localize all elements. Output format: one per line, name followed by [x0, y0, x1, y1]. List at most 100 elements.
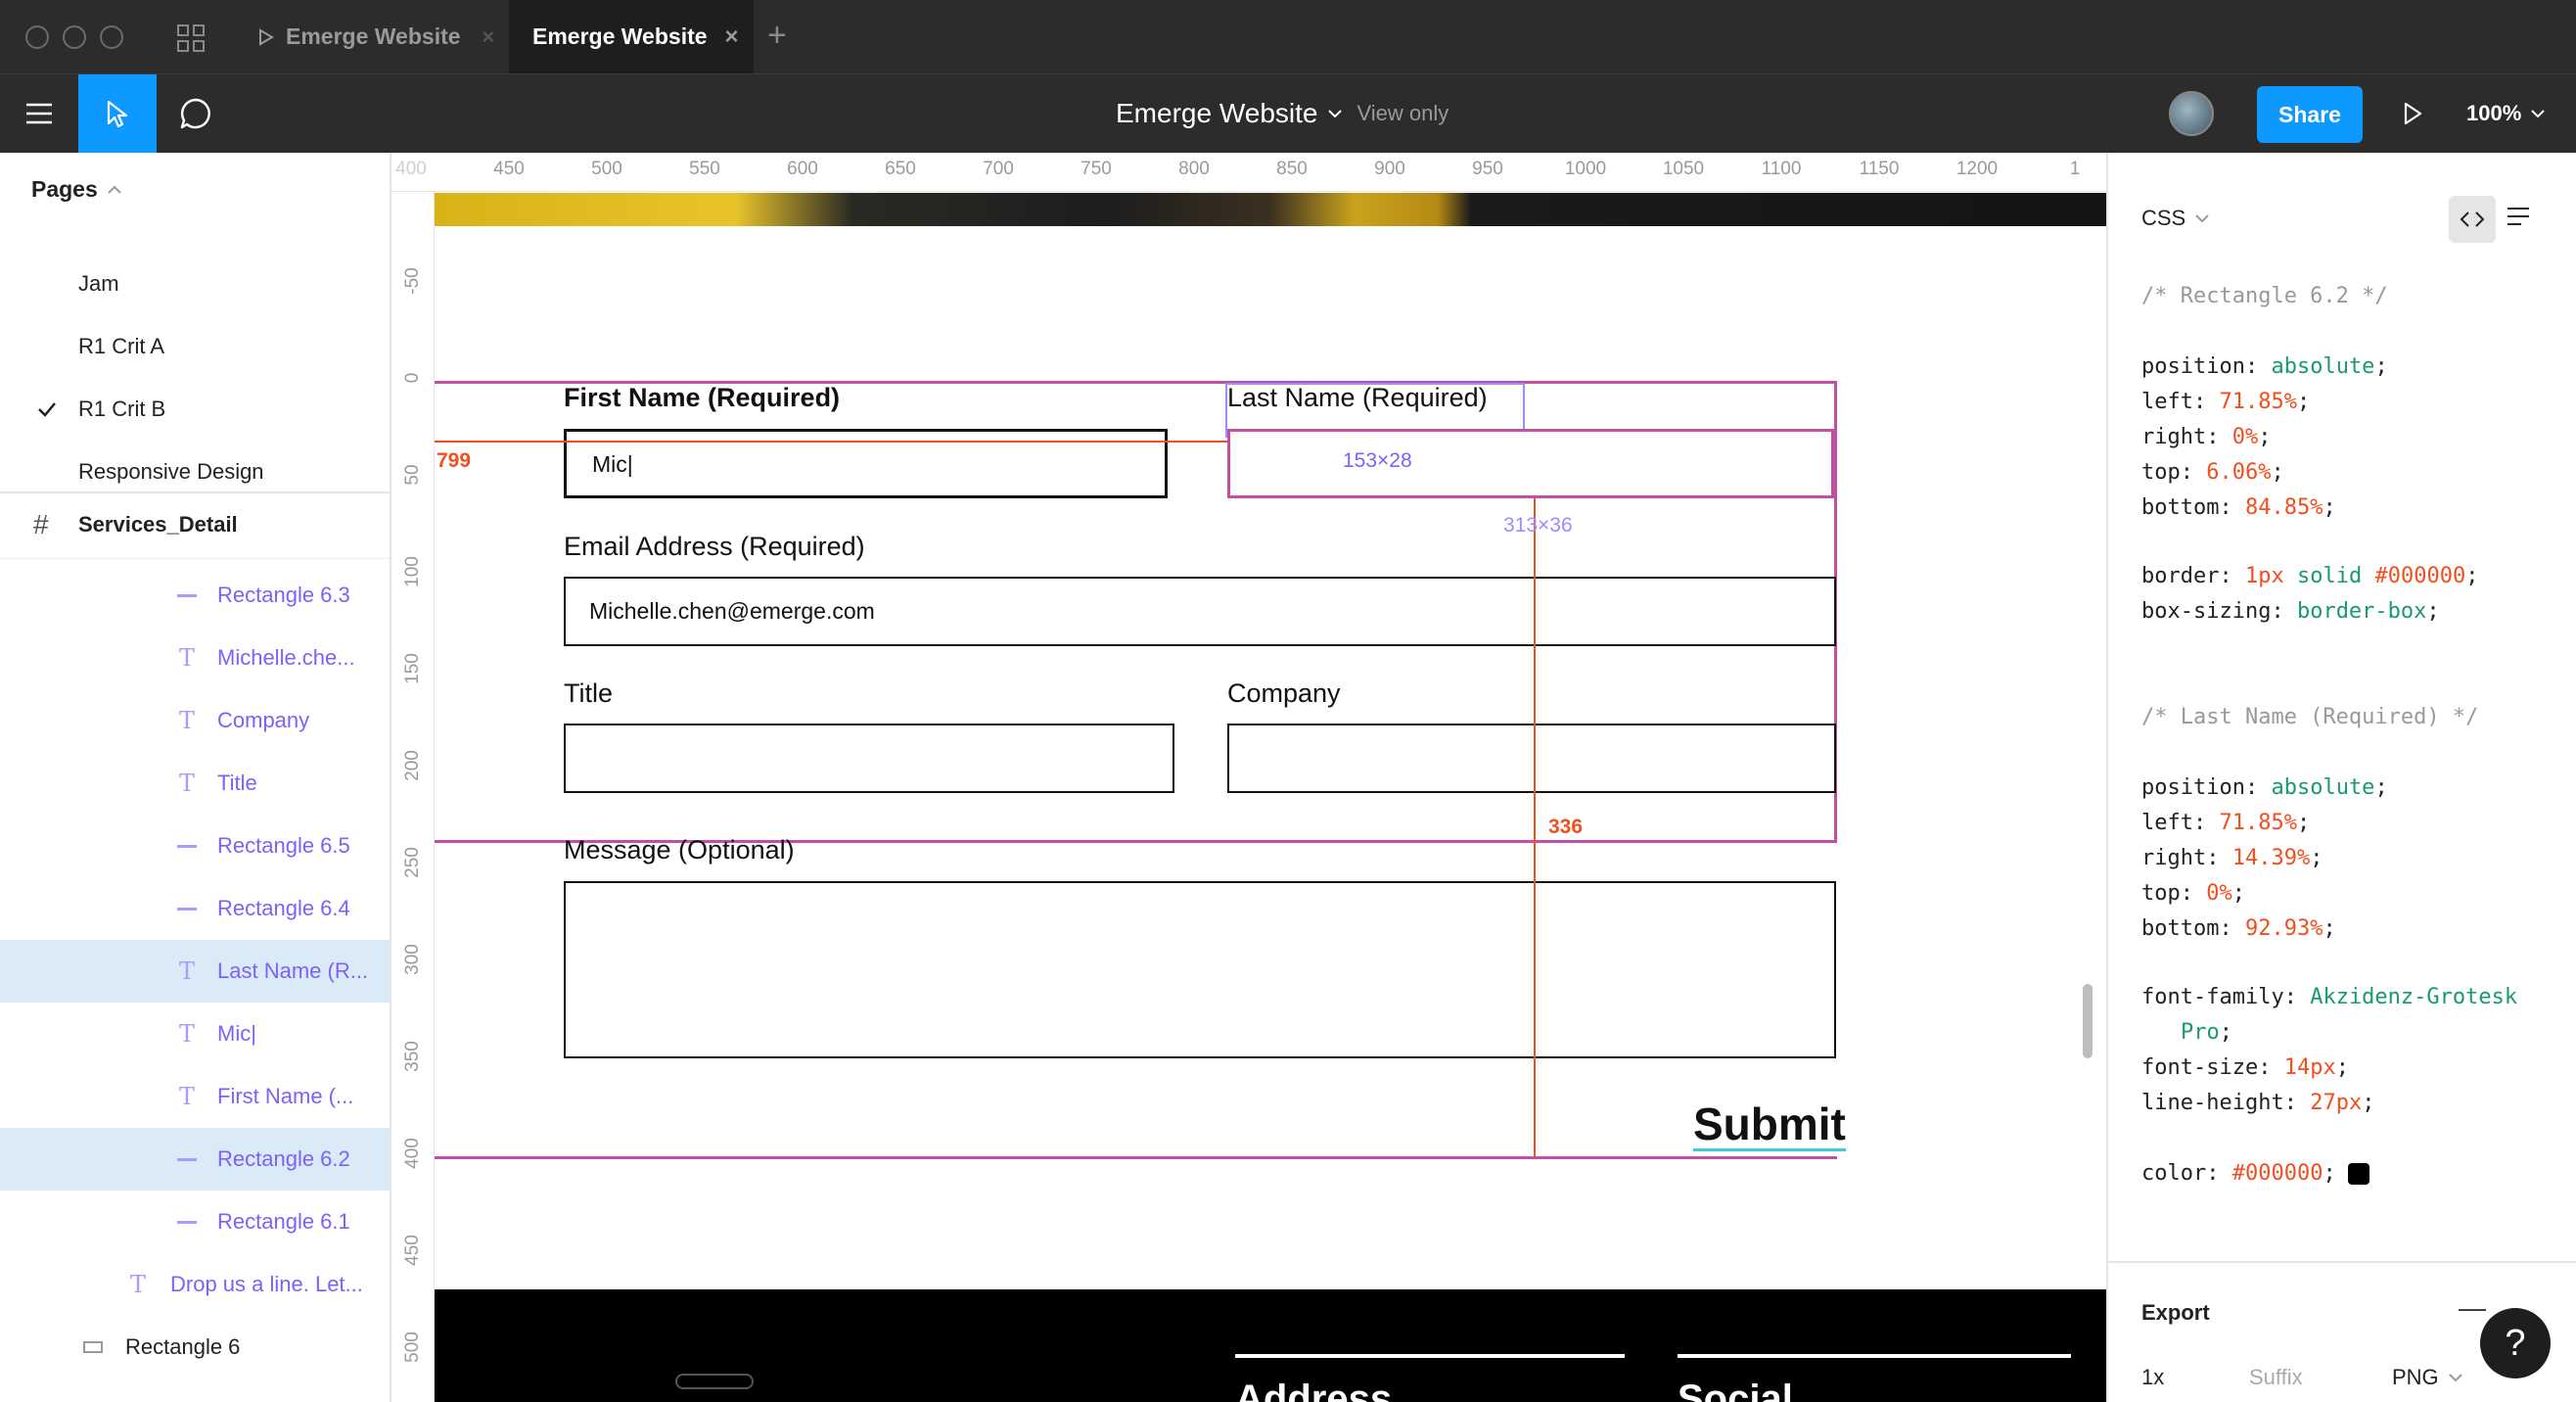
- layer-title[interactable]: T Title: [0, 752, 390, 815]
- code-line: bottom: 92.93%;: [2141, 916, 2336, 941]
- color-swatch: [2347, 1162, 2369, 1185]
- code-view-icon[interactable]: [2449, 196, 2496, 243]
- frame-services-detail[interactable]: # Services_Detail: [0, 493, 390, 556]
- layer-label: Michelle.che...: [217, 645, 355, 670]
- layer-rectangle-6-1[interactable]: Rectangle 6.1: [0, 1191, 390, 1253]
- page-item-r1-crit-a[interactable]: R1 Crit A: [0, 315, 390, 378]
- minimize-window-button[interactable]: [63, 25, 86, 49]
- file-title[interactable]: Emerge Website View only: [1116, 74, 1449, 153]
- line-layer-icon: [174, 831, 200, 861]
- present-play-icon[interactable]: [2388, 74, 2437, 153]
- first-name-input[interactable]: Mic|: [564, 429, 1168, 498]
- text-layer-icon: T: [178, 707, 195, 734]
- layer-last-name[interactable]: T Last Name (R...: [0, 940, 390, 1003]
- maximize-window-button[interactable]: [100, 25, 123, 49]
- horizontal-ruler: 400 450 500 550 600 650 700 750 800 850 900 950 1000…: [391, 153, 2106, 192]
- layer-rectangle-6-2[interactable]: Rectangle 6.2: [0, 1128, 390, 1191]
- page-label: Jam: [78, 271, 119, 296]
- dimension-label-text: 153×28: [1343, 449, 1412, 472]
- layer-first-name[interactable]: T First Name (...: [0, 1065, 390, 1128]
- text-layer-icon: T: [178, 958, 195, 985]
- close-window-button[interactable]: [25, 25, 49, 49]
- page-item-r1-crit-b[interactable]: R1 Crit B: [0, 378, 390, 441]
- ruler-tick-label: 400: [395, 159, 427, 179]
- export-scale[interactable]: 1x: [2141, 1365, 2164, 1390]
- file-browser-icon[interactable]: [176, 23, 206, 53]
- layer-label: Rectangle 6.5: [217, 833, 350, 858]
- help-button[interactable]: ?: [2480, 1308, 2551, 1379]
- close-tab-icon[interactable]: ×: [483, 24, 495, 50]
- line-layer-icon: [174, 1145, 200, 1174]
- email-input[interactable]: Michelle.chen@emerge.com: [564, 577, 1836, 646]
- line-layer-icon: [174, 1207, 200, 1237]
- layer-label: First Name (...: [217, 1084, 354, 1108]
- layer-label: Rectangle 6.3: [217, 583, 350, 607]
- layer-label: Title: [217, 771, 257, 795]
- pages-header[interactable]: Pages: [31, 176, 121, 203]
- last-name-input[interactable]: [1227, 429, 1834, 498]
- export-suffix-input[interactable]: Suffix: [2249, 1365, 2303, 1390]
- zoom-dropdown[interactable]: 100%: [2466, 74, 2545, 153]
- title-input[interactable]: [564, 724, 1174, 793]
- ruler-tick-label: 450: [493, 159, 525, 179]
- message-textarea[interactable]: [564, 881, 1836, 1058]
- close-tab-icon[interactable]: ×: [725, 23, 739, 51]
- main-menu-icon[interactable]: [0, 74, 78, 153]
- layer-drop-us-a-line[interactable]: T Drop us a line. Let...: [0, 1253, 390, 1316]
- ruler-tick-label: 800: [1178, 159, 1210, 179]
- code-language-dropdown[interactable]: CSS: [2141, 206, 2209, 231]
- rectangle-layer-icon: [80, 1332, 106, 1362]
- layer-michelle-text[interactable]: T Michelle.che...: [0, 627, 390, 689]
- company-label: Company: [1227, 678, 1341, 708]
- layer-company[interactable]: T Company: [0, 689, 390, 752]
- code-language-label: CSS: [2141, 206, 2186, 230]
- code-line-color: color: #000000;: [2141, 1161, 2369, 1186]
- footer-social-heading: Social: [1678, 1378, 1793, 1402]
- layer-rectangle-6[interactable]: Rectangle 6: [0, 1316, 390, 1379]
- ruler-tick-label: 500: [402, 1332, 423, 1363]
- ruler-tick-label: 600: [787, 159, 818, 179]
- footer-social-rule: [1678, 1354, 2071, 1358]
- frame-label: Services_Detail: [78, 512, 238, 537]
- submit-button[interactable]: Submit: [1693, 1099, 1846, 1151]
- move-tool-icon[interactable]: [78, 74, 157, 153]
- code-line: position: absolute;: [2141, 775, 2388, 800]
- code-line: left: 71.85%;: [2141, 811, 2311, 835]
- layer-rectangle-6-5[interactable]: Rectangle 6.5: [0, 815, 390, 877]
- comment-tool-icon[interactable]: [157, 74, 235, 153]
- canvas-scrollbar[interactable]: [2083, 984, 2093, 1058]
- tab-emerge-website-prototype[interactable]: Emerge Website ×: [235, 0, 504, 73]
- footer-address-heading: Address: [1235, 1378, 1393, 1402]
- ruler-tick-label: 500: [591, 159, 622, 179]
- inspect-panel: CSS /* Rectangle 6.2 */ position: absolu…: [2106, 153, 2576, 1402]
- code-comment-rectangle: /* Rectangle 6.2 */: [2141, 284, 2388, 308]
- text-layer-icon: T: [178, 1083, 195, 1110]
- layer-mic-text[interactable]: T Mic|: [0, 1003, 390, 1065]
- layer-rectangle-6-4[interactable]: Rectangle 6.4: [0, 877, 390, 940]
- tab-label: Emerge Website: [286, 23, 461, 49]
- code-line: top: 0%;: [2141, 881, 2245, 906]
- design-canvas[interactable]: First Name (Required) Mic| Last Name (Re…: [435, 193, 2106, 1402]
- layer-label: Company: [217, 708, 310, 732]
- ruler-tick-label: 100: [402, 556, 423, 587]
- tab-emerge-website[interactable]: Emerge Website ×: [509, 0, 754, 73]
- ruler-tick-label: 1050: [1662, 159, 1705, 179]
- export-format-dropdown[interactable]: PNG: [2392, 1365, 2462, 1390]
- code-line: top: 6.06%;: [2141, 460, 2284, 485]
- ruler-tick-label: 650: [885, 159, 916, 179]
- frame-icon: #: [33, 509, 49, 539]
- layer-rectangle-6-3[interactable]: Rectangle 6.3: [0, 564, 390, 627]
- page-item-jam[interactable]: Jam: [0, 253, 390, 315]
- list-view-icon[interactable]: [2506, 206, 2535, 235]
- new-tab-icon[interactable]: +: [767, 18, 787, 53]
- company-input[interactable]: [1227, 724, 1836, 793]
- text-layer-icon: T: [178, 644, 195, 672]
- code-line: right: 14.39%;: [2141, 846, 2323, 870]
- remove-export-icon[interactable]: —: [2459, 1292, 2486, 1324]
- share-button[interactable]: Share: [2257, 86, 2363, 143]
- avatar[interactable]: [2169, 91, 2214, 136]
- email-value: Michelle.chen@emerge.com: [589, 598, 875, 624]
- ruler-tick-label: 200: [402, 750, 423, 781]
- code-line-font-family: font-family: Akzidenz-Grotesk: [2141, 985, 2518, 1009]
- toolbar: Emerge Website View only Share 100%: [0, 73, 2576, 153]
